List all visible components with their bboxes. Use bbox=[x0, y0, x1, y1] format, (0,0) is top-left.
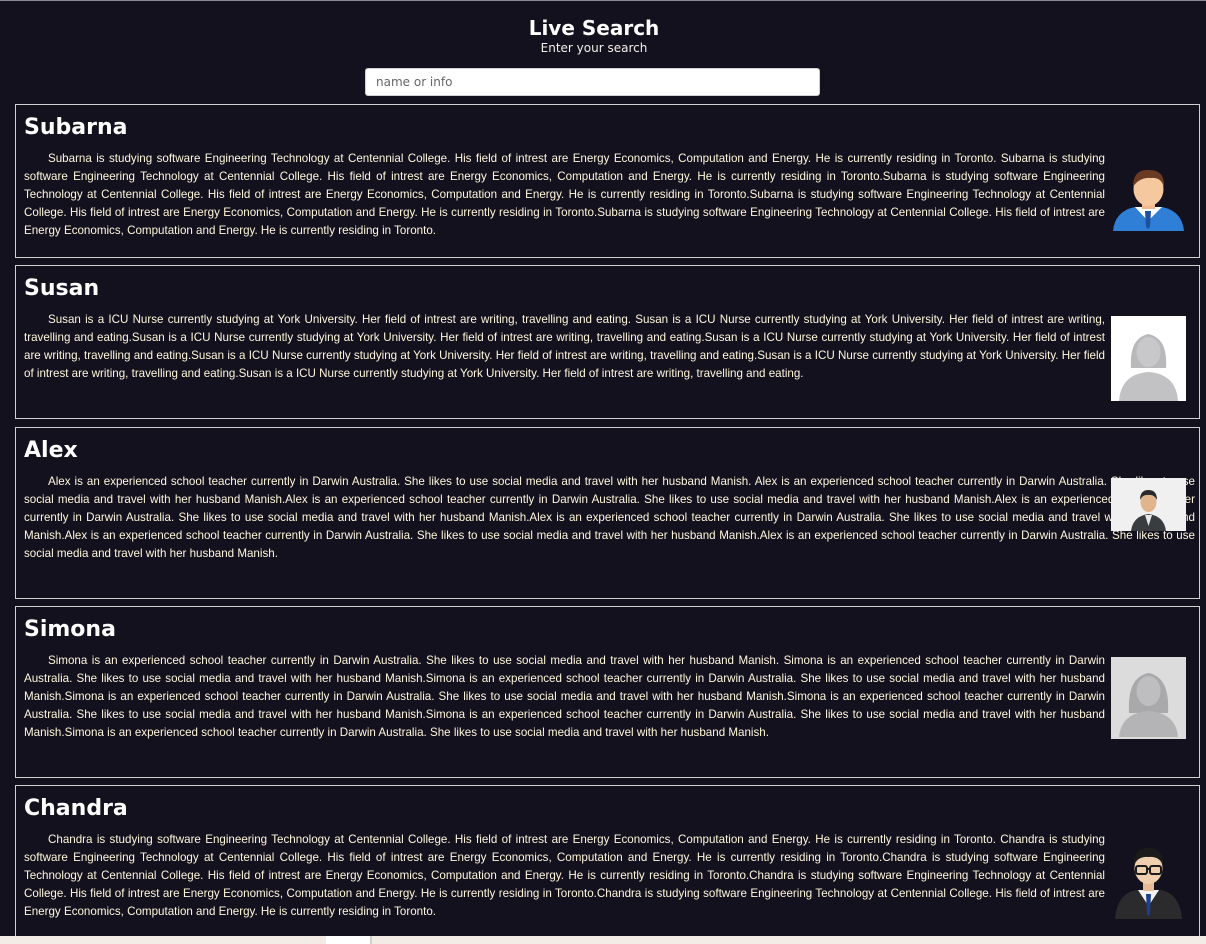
female-placeholder-avatar-icon bbox=[1111, 316, 1186, 401]
male-suit-avatar-icon bbox=[1111, 478, 1186, 531]
male-business-avatar-icon bbox=[1111, 165, 1186, 231]
profile-name: Subarna bbox=[24, 115, 128, 140]
profile-name: Susan bbox=[24, 276, 100, 301]
profile-info: Subarna is studying software Engineering… bbox=[24, 152, 1105, 237]
search-prompt: Enter your search bbox=[540, 41, 648, 55]
profile-name: Alex bbox=[24, 438, 78, 463]
profile-card-alex: Alex Alex is an experienced school teach… bbox=[15, 427, 1200, 599]
top-border bbox=[0, 0, 1206, 1]
profile-info: Alex is an experienced school teacher cu… bbox=[24, 475, 1195, 560]
male-glasses-avatar-icon bbox=[1111, 834, 1186, 919]
profile-info: Susan is a ICU Nurse currently studying … bbox=[24, 313, 1105, 380]
bottom-strip bbox=[0, 936, 1206, 944]
profile-card-chandra: Chandra Chandra is studying software Eng… bbox=[15, 785, 1200, 943]
profile-name: Chandra bbox=[24, 796, 128, 821]
search-input[interactable] bbox=[365, 68, 820, 96]
profile-info: Chandra is studying software Engineering… bbox=[24, 833, 1105, 918]
page-title: Live Search bbox=[528, 16, 660, 41]
profile-card-subarna: Subarna Subarna is studying software Eng… bbox=[15, 104, 1200, 258]
profile-name: Simona bbox=[24, 617, 116, 642]
profile-card-susan: Susan Susan is a ICU Nurse currently stu… bbox=[15, 265, 1200, 419]
bottom-strip-segment bbox=[326, 936, 370, 944]
profile-card-simona: Simona Simona is an experienced school t… bbox=[15, 606, 1200, 778]
bottom-strip-divider bbox=[370, 936, 372, 944]
profile-info: Simona is an experienced school teacher … bbox=[24, 654, 1105, 739]
female-placeholder-avatar-icon bbox=[1111, 657, 1186, 739]
